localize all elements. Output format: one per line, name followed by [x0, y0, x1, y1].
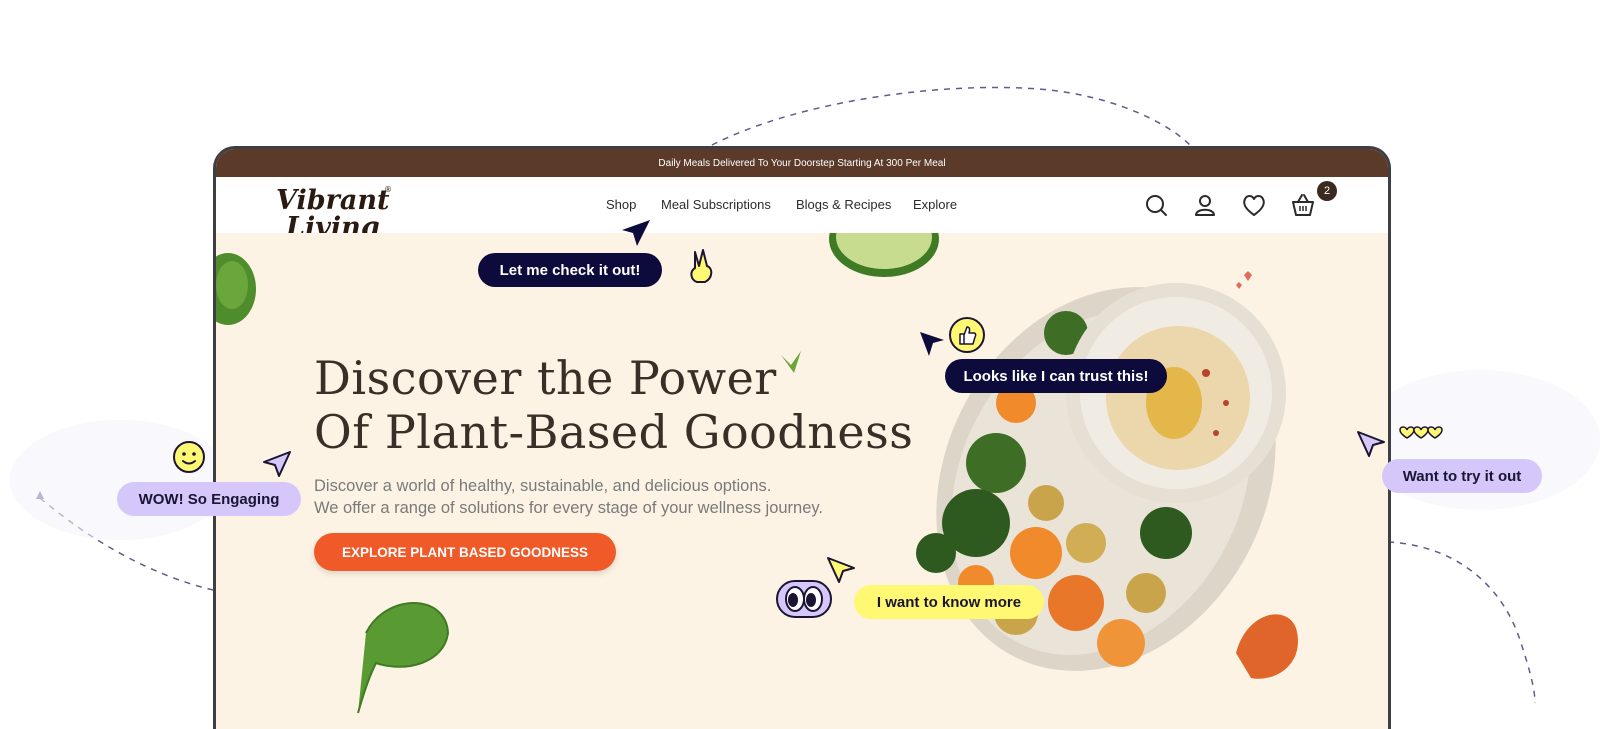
site-header: Vibrant ® Living Shop Meal Subscriptions… [216, 177, 1388, 241]
hero-subtitle-line-1: Discover a world of healthy, sustainable… [314, 477, 772, 495]
announcement-bar: Daily Meals Delivered To Your Doorstep S… [216, 149, 1388, 177]
reaction-bubble-wow: WOW! So Engaging [117, 482, 301, 516]
peace-hand-icon [690, 249, 713, 283]
search-icon[interactable] [1142, 191, 1170, 219]
hero-subtitle-line-2: We offer a range of solutions for every … [314, 499, 824, 517]
cursor-arrow-icon [263, 451, 291, 477]
explore-cta-button[interactable]: EXPLORE PLANT BASED GOODNESS [314, 533, 616, 571]
smiley-face-icon [173, 441, 205, 473]
cart-basket-icon[interactable] [1289, 191, 1317, 219]
cursor-arrow-icon [622, 220, 650, 246]
hero-title-line-1: Discover the Power [314, 351, 777, 405]
reaction-bubble-check: Let me check it out! [478, 253, 662, 287]
brand-logo[interactable]: Vibrant ® Living [272, 181, 400, 241]
reaction-bubble-know: I want to know more [854, 585, 1044, 619]
nav-meal-subscriptions[interactable]: Meal Subscriptions [661, 197, 771, 212]
announcement-text: Daily Meals Delivered To Your Doorstep S… [658, 157, 946, 169]
reaction-bubble-try: Want to try it out [1382, 459, 1542, 493]
account-icon[interactable] [1191, 191, 1219, 219]
reaction-bubble-trust: Looks like I can trust this! [945, 359, 1167, 393]
eyes-icon [776, 580, 832, 618]
hearts-icon [1399, 426, 1443, 439]
thumbs-up-icon [949, 317, 985, 353]
nav-shop[interactable]: Shop [606, 197, 636, 212]
cursor-arrow-icon [920, 332, 944, 356]
nav-blogs-recipes[interactable]: Blogs & Recipes [796, 197, 891, 212]
svg-text:®: ® [384, 185, 392, 194]
wishlist-heart-icon[interactable] [1240, 191, 1268, 219]
cart-count-badge: 2 [1317, 181, 1337, 201]
cursor-arrow-icon [1357, 431, 1385, 457]
hero-title-line-2: Of Plant-Based Goodness [314, 405, 914, 459]
hero-section: Discover the Power Of Plant-Based Goodne… [216, 233, 1388, 729]
browser-frame: Daily Meals Delivered To Your Doorstep S… [213, 146, 1391, 729]
nav-explore[interactable]: Explore [913, 197, 957, 212]
